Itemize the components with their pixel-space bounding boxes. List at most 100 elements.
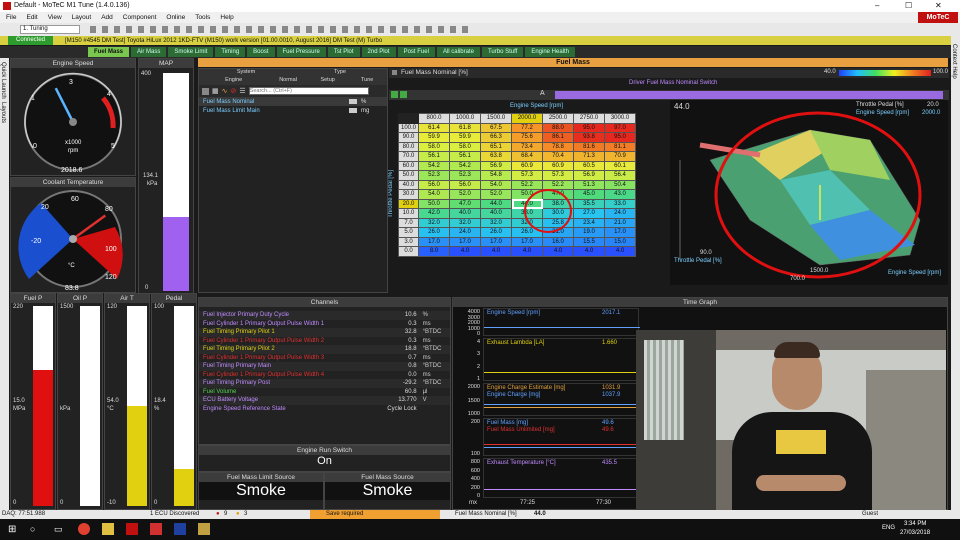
menu-view[interactable]: View [48,14,62,21]
y-axis-cell[interactable]: 100.0 [398,122,419,133]
table-cell[interactable]: 52.0 [449,189,481,200]
table-cell[interactable]: 15.0 [604,236,636,247]
chrome-icon[interactable] [78,523,90,535]
table-cell[interactable]: 17.0 [604,227,636,238]
menu-online[interactable]: Online [166,14,185,21]
table-cell[interactable]: 58.0 [418,141,450,152]
table-cell[interactable]: 17.0 [511,236,543,247]
table-cell[interactable]: 4.0 [542,246,574,257]
table-cell[interactable]: 32.0 [418,217,450,228]
table-cell[interactable]: 17.0 [480,236,512,247]
save-required[interactable]: Save required [310,510,440,519]
table-cell[interactable]: 54.2 [449,160,481,171]
y-axis-cell[interactable]: 5.0 [398,227,419,238]
x-axis-cell[interactable]: 2000.0 [511,113,543,124]
table-cell[interactable]: 40.0 [480,208,512,219]
table-cell[interactable]: 86.1 [542,132,574,143]
table-cell[interactable]: 63.8 [480,151,512,162]
table-cell[interactable]: 56.1 [449,151,481,162]
motec-icon[interactable] [126,523,138,535]
menu-tools[interactable]: Tools [195,14,210,21]
checkbox[interactable] [349,99,357,104]
filter-icon[interactable] [202,87,209,95]
table-cell[interactable]: 26.0 [480,227,512,238]
table-cell[interactable]: 95.0 [604,132,636,143]
menu-layout[interactable]: Layout [72,14,92,21]
table-cell[interactable]: 54.0 [418,189,450,200]
tab-fuel-pressure[interactable]: Fuel Pressure [276,47,326,57]
table-cell[interactable]: 32.0 [480,217,512,228]
table-cell[interactable]: 93.8 [573,132,605,143]
quick-launch-tab[interactable]: Quick Launch [0,62,6,99]
table-cell[interactable]: 21.0 [604,217,636,228]
x-axis-cell[interactable]: 800.0 [418,113,450,124]
table-cell[interactable]: 47.0 [449,198,481,209]
table-cell[interactable]: 16.0 [542,236,574,247]
table-cell[interactable]: 60.9 [511,160,543,171]
stop-icon[interactable]: ⊘ [231,87,237,95]
tab-timing[interactable]: Timing [215,47,246,57]
tab-turbo-stuff[interactable]: Turbo Stuff [481,47,524,57]
menu-icon[interactable]: ☰ [239,87,245,95]
x-axis-cell[interactable]: 1000.0 [449,113,481,124]
table-cell[interactable]: 81.6 [573,141,605,152]
windows-start-icon[interactable]: ⊞ [8,524,16,535]
table-cell[interactable]: 44.0 [480,198,512,209]
nav-right-icon[interactable] [400,91,407,98]
grid-icon[interactable]: ▦ [212,87,219,95]
menu-help[interactable]: Help [220,14,233,21]
table-cell[interactable]: 40.0 [449,208,481,219]
table-cell[interactable]: 57.3 [542,170,574,181]
tab-smoke-limit[interactable]: Smoke Limit [168,47,214,57]
table-cell[interactable]: 54.2 [418,160,450,171]
close-icon[interactable]: ✕ [935,1,942,10]
table-cell[interactable]: 19.0 [573,227,605,238]
table-cell[interactable]: 61.8 [449,122,481,133]
table-cell[interactable]: 60.9 [542,160,574,171]
y-axis-cell[interactable]: 7.0 [398,217,419,228]
table-cell[interactable]: 67.5 [480,122,512,133]
nav-left-icon[interactable] [391,91,398,98]
table-cell[interactable]: 24.0 [449,227,481,238]
table-cell[interactable]: 97.0 [604,122,636,133]
properties-search-input[interactable] [248,87,369,95]
table-cell[interactable]: 81.1 [604,141,636,152]
y-axis-cell[interactable]: 50.0 [398,170,419,181]
table-cell[interactable]: 71.3 [573,151,605,162]
table-cell[interactable]: 65.1 [480,141,512,152]
x-axis-cell[interactable]: 3000.0 [604,113,636,124]
x-axis-cell[interactable]: 2500.0 [542,113,574,124]
workbook-select[interactable]: 1. Tuning [20,25,80,34]
table-cell[interactable]: 88.0 [542,122,574,133]
folder-icon[interactable] [102,523,114,535]
layouts-tab[interactable]: Layouts [0,102,6,123]
table-cell[interactable]: 26.0 [418,227,450,238]
y-axis-cell[interactable]: 60.0 [398,160,419,171]
table-cell[interactable]: 35.5 [573,198,605,209]
menu-edit[interactable]: Edit [26,14,37,21]
switch-bar[interactable] [555,91,943,99]
table-cell[interactable]: 52.3 [449,170,481,181]
table-cell[interactable]: 75.6 [511,132,543,143]
table-cell[interactable]: 60.1 [604,160,636,171]
y-axis-cell[interactable]: 80.0 [398,141,419,152]
table-cell[interactable]: 54.8 [480,170,512,181]
y-axis-cell[interactable]: 10.0 [398,208,419,219]
y-axis-cell[interactable]: 20.0 [398,198,419,209]
table-cell[interactable]: 23.4 [573,217,605,228]
table-cell[interactable]: 4.0 [573,246,605,257]
table-cell[interactable]: 56.9 [480,160,512,171]
tab-all-calibrate[interactable]: All calibrate [436,47,480,57]
table-cell[interactable]: 56.4 [604,170,636,181]
table-cell[interactable]: 51.3 [573,179,605,190]
table-cell[interactable]: 58.0 [449,141,481,152]
table-cell[interactable]: 57.3 [511,170,543,181]
menu-file[interactable]: File [6,14,16,21]
table-cell[interactable]: 56.0 [449,179,481,190]
table-cell[interactable]: 33.0 [604,198,636,209]
table-cell[interactable]: 17.0 [418,236,450,247]
table-cell[interactable]: 50.0 [418,198,450,209]
table-cell[interactable]: 45.0 [573,189,605,200]
table-cell[interactable]: 52.3 [418,170,450,181]
app-icon-red[interactable] [150,523,162,535]
